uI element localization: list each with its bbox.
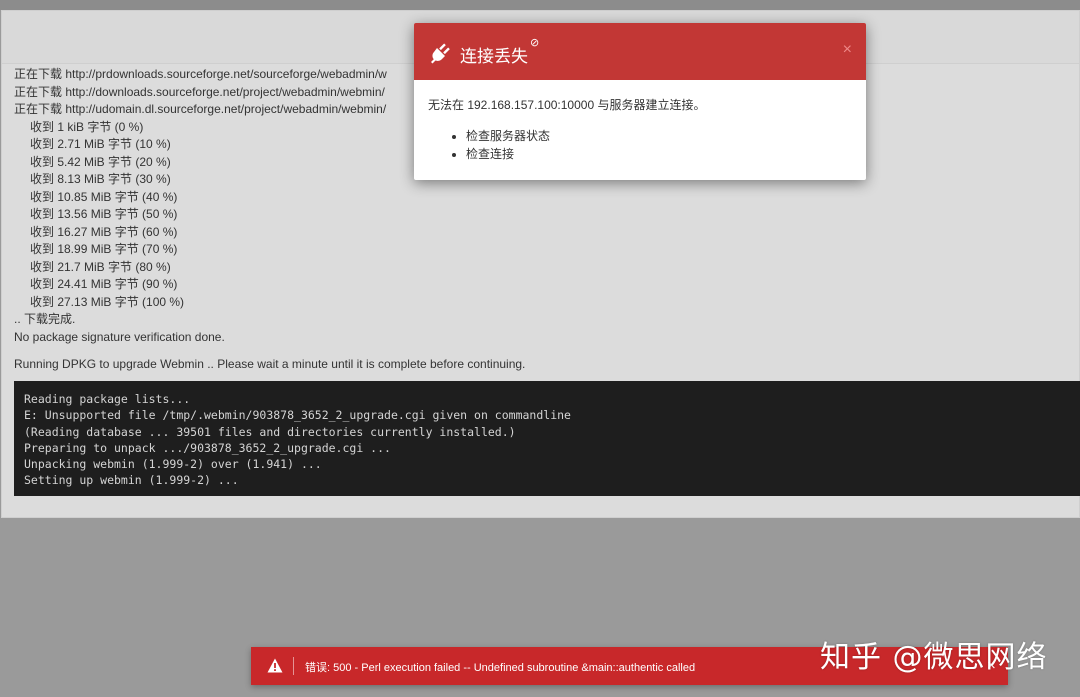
divider — [293, 657, 294, 675]
progress-line: 收到 24.41 MiB 字节 (90 %) — [30, 277, 178, 291]
dialog-title: 连接丢失 — [460, 47, 528, 67]
dialog-header: 连接丢失 ⊘ × — [414, 23, 866, 80]
list-item: 检查服务器状态 — [466, 127, 705, 145]
terminal-line: Preparing to unpack .../903878_3652_2_up… — [24, 440, 391, 455]
dialog-checklist: 检查服务器状态 检查连接 — [428, 127, 705, 163]
terminal-line: (Reading database ... 39501 files and di… — [24, 424, 516, 439]
warning-icon — [267, 658, 283, 673]
progress-line: 收到 21.7 MiB 字节 (80 %) — [30, 259, 171, 274]
signature-line: No package signature verification done. — [14, 329, 225, 344]
terminal-line: Setting up webmin (1.999-2) ... — [24, 473, 239, 488]
dialog-message: 无法在 192.168.157.100:10000 与服务器建立连接。 — [428, 98, 706, 112]
terminal-line: E: Unsupported file /tmp/.webmin/903878_… — [24, 408, 571, 423]
dialog-body: 无法在 192.168.157.100:10000 与服务器建立连接。 检查服务… — [428, 96, 705, 163]
running-line: Running DPKG to upgrade Webmin .. Please… — [14, 357, 526, 371]
download-complete-line: .. 下载完成. — [14, 312, 76, 326]
error-message: 错误: 500 - Perl execution failed -- Undef… — [305, 662, 696, 674]
progress-line: 收到 18.99 MiB 字节 (70 %) — [30, 242, 178, 256]
close-icon[interactable]: × — [843, 41, 852, 59]
connection-lost-dialog: 连接丢失 ⊘ × 无法在 192.168.157.100:10000 与服务器建… — [414, 23, 866, 180]
progress-line: 收到 27.13 MiB 字节 (100 %) — [30, 294, 185, 309]
terminal-line: Reading package lists... — [24, 392, 191, 406]
plug-icon — [431, 43, 450, 64]
top-bar — [0, 0, 1080, 10]
list-item: 检查连接 — [466, 145, 705, 163]
disconnect-icon: ⊘ — [530, 37, 540, 49]
terminal-output: Reading package lists... E: Unsupported … — [14, 381, 1080, 496]
progress-line: 收到 13.56 MiB 字节 (50 %) — [30, 207, 178, 221]
watermark: 知乎 @微思网络 — [820, 640, 1048, 675]
terminal-line: Unpacking webmin (1.999-2) over (1.941) … — [24, 457, 322, 472]
progress-line: 收到 10.85 MiB 字节 (40 %) — [30, 189, 178, 204]
progress-line: 收到 16.27 MiB 字节 (60 %) — [30, 224, 178, 239]
